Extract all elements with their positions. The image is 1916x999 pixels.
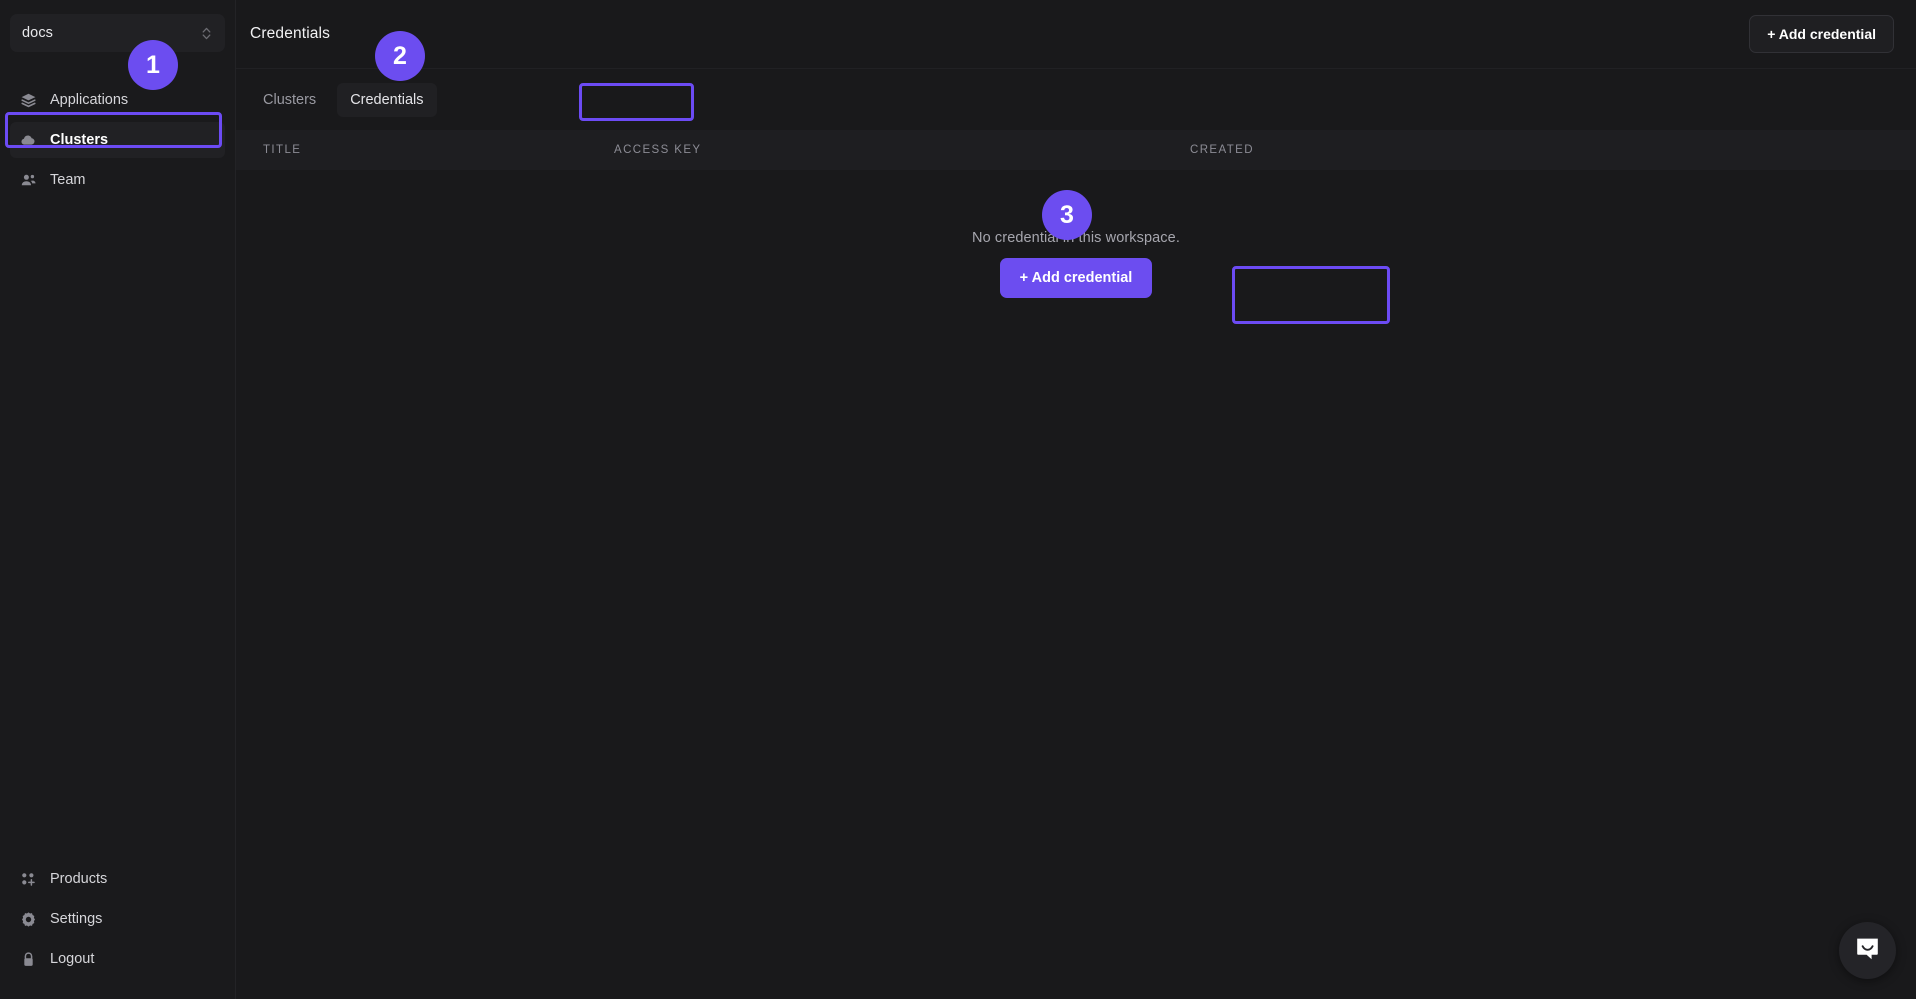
- sidebar-item-team[interactable]: Team: [10, 162, 225, 198]
- gear-icon: [20, 911, 37, 928]
- users-icon: [20, 172, 37, 189]
- cloud-icon: [20, 132, 37, 149]
- sidebar-primary-nav: Applications Clusters Team: [10, 82, 225, 198]
- sidebar-item-label: Team: [50, 171, 86, 188]
- sidebar-item-label: Settings: [50, 910, 103, 927]
- main-content: Credentials + Add credential Clusters Cr…: [236, 0, 1916, 999]
- intercom-chat-launcher[interactable]: [1839, 922, 1896, 979]
- column-header-title: TITLE: [263, 144, 302, 156]
- sidebar-item-products[interactable]: Products: [10, 861, 225, 897]
- layers-icon: [20, 92, 37, 109]
- workspace-name: docs: [22, 25, 54, 41]
- chevron-up-down-icon: [200, 26, 213, 41]
- column-header-access-key: ACCESS KEY: [614, 144, 702, 156]
- page-header: Credentials + Add credential: [236, 0, 1916, 68]
- tab-clusters[interactable]: Clusters: [250, 83, 329, 117]
- sidebar-item-settings[interactable]: Settings: [10, 901, 225, 937]
- grid-plus-icon: [20, 871, 37, 888]
- empty-state-add-credential-button[interactable]: + Add credential: [999, 258, 1153, 298]
- workspace-switcher[interactable]: docs: [10, 14, 225, 52]
- sidebar-bottom-nav: Products Settings Logout: [10, 861, 225, 999]
- sidebar: docs Applications Clusters Team Products…: [0, 0, 236, 999]
- app-root: docs Applications Clusters Team Products…: [0, 0, 1916, 999]
- sidebar-item-applications[interactable]: Applications: [10, 82, 225, 118]
- sidebar-item-clusters[interactable]: Clusters: [10, 122, 225, 158]
- tab-credentials[interactable]: Credentials: [337, 82, 437, 117]
- lock-icon: [20, 951, 37, 968]
- table-header-row: TITLE ACCESS KEY CREATED: [236, 130, 1916, 170]
- page-title: Credentials: [250, 25, 331, 42]
- sidebar-item-label: Logout: [50, 950, 95, 967]
- header-add-credential-button[interactable]: + Add credential: [1749, 15, 1894, 53]
- tab-bar: Clusters Credentials: [236, 68, 1916, 130]
- empty-state: No credential in this workspace. + Add c…: [236, 230, 1916, 298]
- table-body: No credential in this workspace. + Add c…: [236, 170, 1916, 999]
- column-header-created: CREATED: [1190, 144, 1254, 156]
- sidebar-item-label: Products: [50, 870, 108, 887]
- sidebar-item-label: Applications: [50, 91, 129, 108]
- intercom-chat-icon: [1854, 935, 1881, 967]
- empty-state-message: No credential in this workspace.: [972, 230, 1180, 246]
- sidebar-item-label: Clusters: [50, 131, 109, 148]
- sidebar-item-logout[interactable]: Logout: [10, 941, 225, 977]
